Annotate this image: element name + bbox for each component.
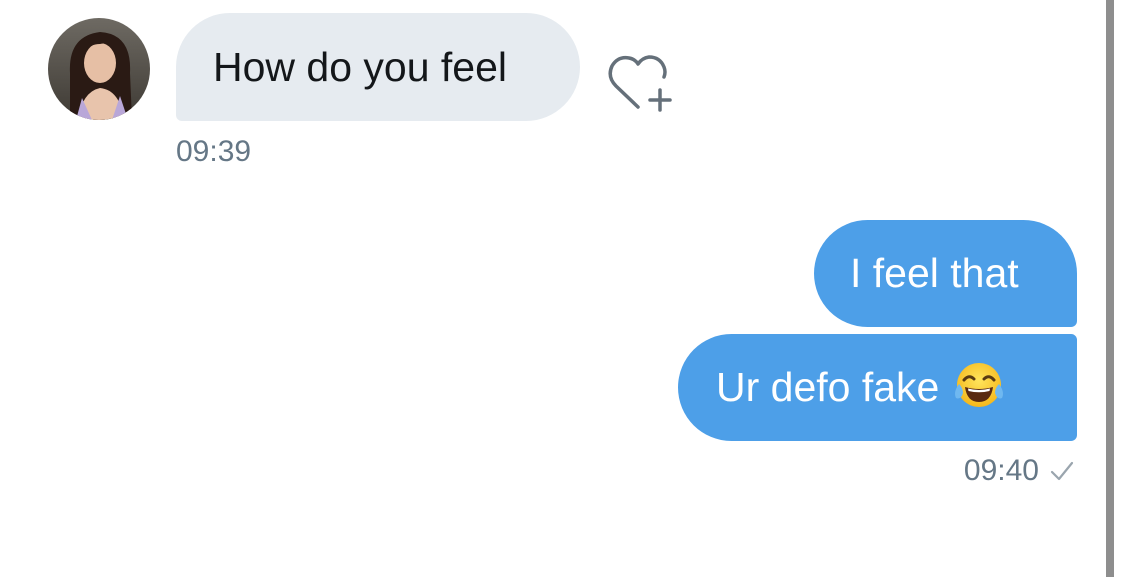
- outgoing-message-text: Ur defo fake: [716, 364, 940, 410]
- incoming-timestamp: 09:39: [176, 135, 252, 168]
- heart-add-icon[interactable]: [604, 50, 678, 116]
- outgoing-message-bubble[interactable]: Ur defo fake: [678, 334, 1077, 441]
- sender-avatar[interactable]: [48, 18, 150, 120]
- outgoing-status-row: 09:40: [964, 453, 1075, 489]
- sent-check-icon: [1049, 460, 1075, 482]
- avatar-image: [48, 18, 150, 120]
- tears-of-joy-emoji-icon: [953, 360, 1005, 412]
- outgoing-timestamp: 09:40: [963, 454, 1039, 487]
- incoming-message-text: How do you feel: [213, 44, 508, 90]
- incoming-message-bubble[interactable]: How do you feel: [176, 13, 580, 121]
- outgoing-message-bubble[interactable]: I feel that: [814, 220, 1077, 327]
- outgoing-message-text: I feel that: [850, 250, 1019, 296]
- scrollbar[interactable]: [1106, 0, 1114, 577]
